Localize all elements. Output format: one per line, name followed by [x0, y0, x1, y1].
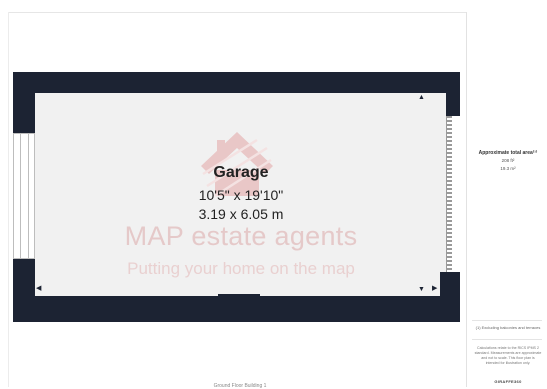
top-rule — [8, 12, 539, 13]
side-panel — [466, 12, 547, 387]
side-divider — [472, 320, 542, 321]
room-dimensions-imperial: 10'5" x 19'10" — [198, 187, 284, 203]
area-footnote: (1) Excluding balconies and terraces — [475, 325, 541, 330]
area-title: Approximate total area⁽¹⁾ — [478, 150, 538, 156]
arrow-left-icon: ◀ — [36, 285, 42, 292]
side-divider — [472, 339, 542, 340]
floor-caption: Ground Floor Building 1 — [213, 383, 267, 389]
disclaimer-text: Calculations relate to the RICS IPMS 2 s… — [474, 346, 542, 365]
watermark-tagline: Putting your home on the map — [127, 259, 355, 278]
wall-right-upper — [446, 72, 460, 116]
wall-bottom-notch — [218, 294, 260, 300]
arrow-right-icon: ▶ — [432, 285, 438, 292]
wall-right-lower — [440, 272, 460, 322]
brand-mark: GIRAFFE360 — [494, 379, 522, 384]
wall-top — [13, 72, 460, 93]
room-name: Garage — [213, 164, 269, 181]
area-sqm: 19.3 m² — [500, 166, 516, 171]
floor-plan-canvas: ▲ ▼ ◀ ▶ MAP estate agents Putting your h… — [0, 0, 547, 389]
room-dimensions-metric: 3.19 x 6.05 m — [198, 206, 284, 222]
arrow-down-icon: ▼ — [418, 286, 425, 293]
arrow-up-icon: ▲ — [418, 94, 425, 101]
area-sqft: 208 ft² — [501, 158, 515, 163]
left-rule — [8, 12, 9, 387]
watermark-brand: MAP estate agents — [124, 221, 358, 251]
window-left — [13, 133, 35, 259]
